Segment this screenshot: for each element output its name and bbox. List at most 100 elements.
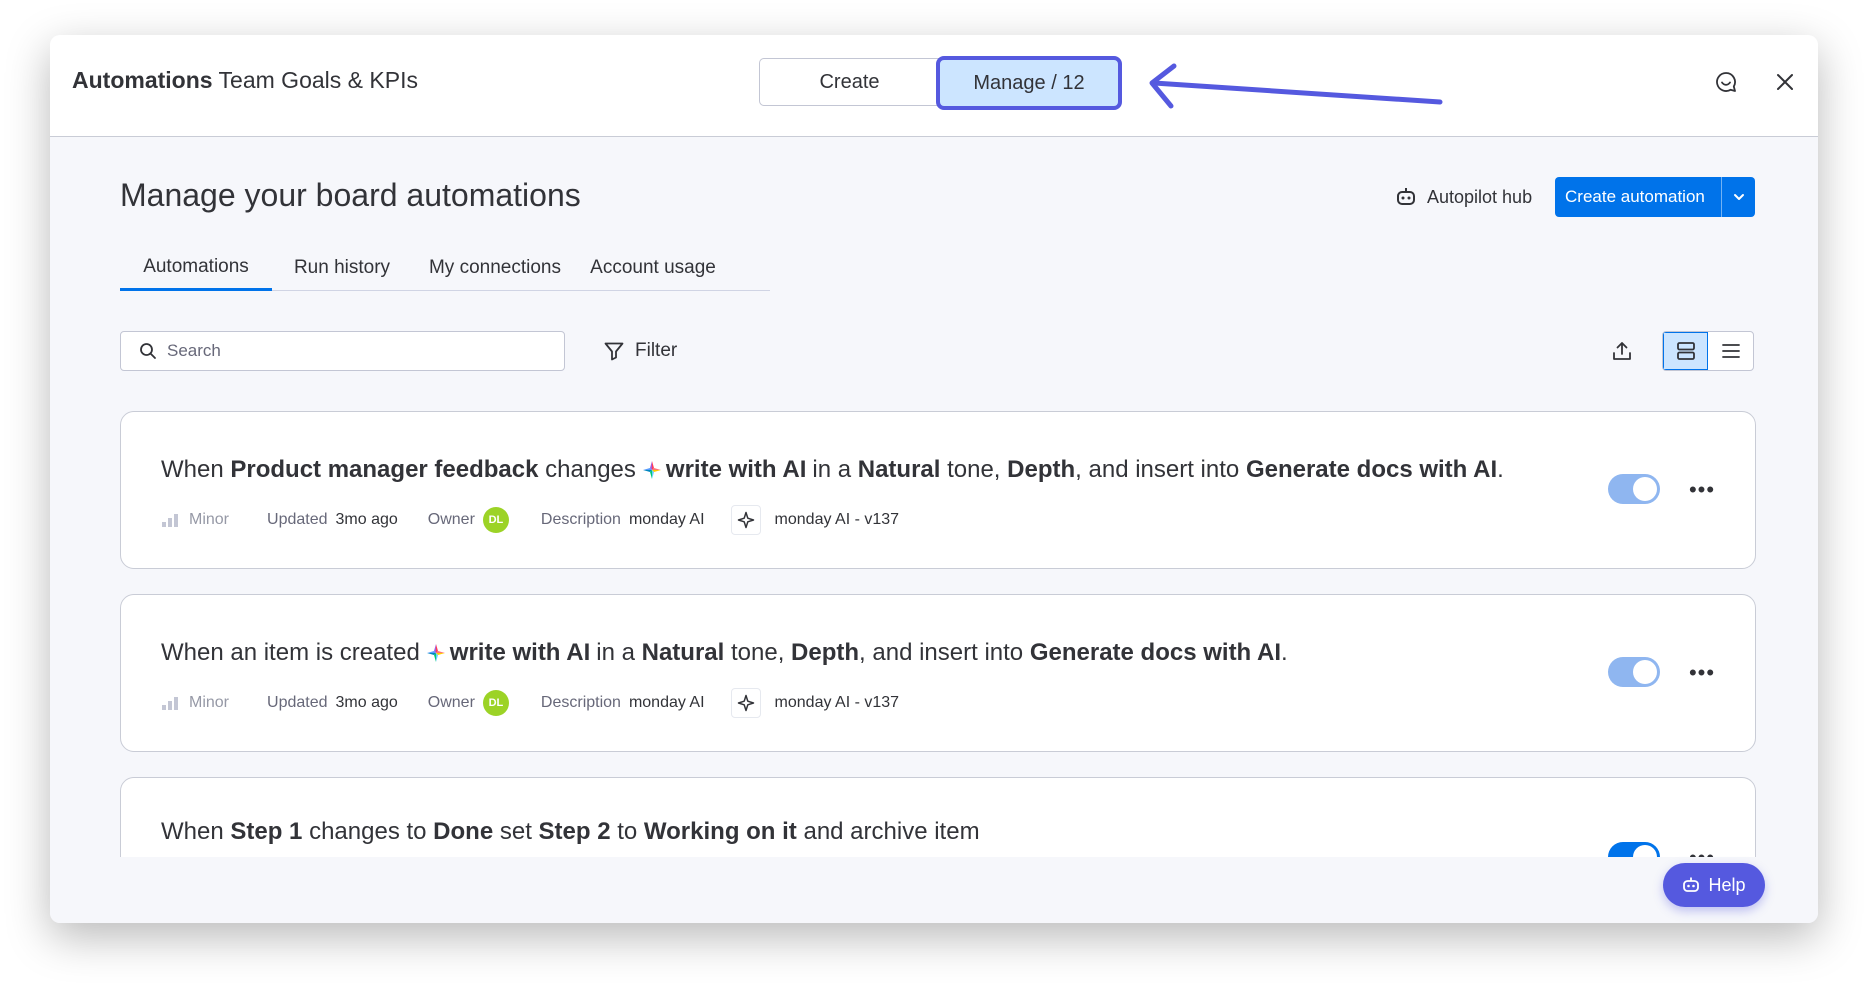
rule-text: tone, (730, 639, 785, 666)
version-label: monday AI - v137 (774, 694, 900, 711)
tab-run-history[interactable]: Run history (272, 245, 412, 291)
updated-value: 3mo ago (335, 694, 398, 711)
rule-trigger-column: Step 1 (230, 818, 303, 845)
annotation-arrow-icon (1149, 63, 1443, 109)
export-icon[interactable] (1602, 331, 1642, 371)
toggle-knob (1633, 660, 1657, 684)
description-value: monday AI (628, 511, 705, 528)
help-label: Help (1708, 874, 1746, 895)
rule-text: and archive item (803, 818, 980, 845)
view-toggle (1662, 331, 1754, 371)
rule-depth: Depth (791, 639, 860, 666)
updated-value: 3mo ago (335, 511, 398, 528)
rule-target: Generate docs with AI (1245, 456, 1498, 483)
impact-label: Minor (189, 511, 230, 528)
rule-tone: Natural (641, 639, 725, 666)
search-placeholder: Search (167, 341, 221, 360)
owner-label: Owner (427, 511, 475, 528)
create-automation-button[interactable]: Create automation (1555, 177, 1755, 217)
create-tab-button[interactable]: Create (759, 58, 939, 106)
rule-text: to (617, 818, 638, 845)
sparkle-outline-icon (730, 505, 761, 535)
tab-automations[interactable]: Automations (120, 245, 272, 291)
page-title: Manage your board automations (120, 177, 581, 213)
rule-text: , and insert into (1075, 456, 1240, 483)
autopilot-hub-link[interactable]: Autopilot hub (1395, 179, 1532, 215)
updated-label: Updated (267, 511, 328, 528)
automation-meta: Minor Updated 3mo ago Owner DL Descripti… (161, 688, 899, 718)
search-input[interactable]: Search (120, 331, 565, 371)
tab-my-connections[interactable]: My connections (412, 245, 578, 291)
tab-account-usage[interactable]: Account usage (578, 245, 728, 291)
signal-bars-icon (162, 514, 178, 527)
toggle-knob (1633, 477, 1657, 501)
help-button[interactable]: Help (1663, 863, 1765, 907)
close-icon[interactable] (1769, 66, 1801, 98)
robot-icon (1397, 188, 1415, 205)
chevron-down-icon[interactable] (1721, 177, 1755, 217)
automation-card[interactable]: When an item is created write with AI in… (120, 594, 1756, 752)
modal-title-app: Automations (72, 67, 213, 93)
modal-header: Automations Team Goals & KPIs Create Man… (50, 35, 1818, 137)
description-value: monday AI (628, 694, 705, 711)
updated-label: Updated (267, 694, 328, 711)
rule-ai-action: write with AI (642, 456, 806, 484)
filter-label: Filter (635, 340, 678, 361)
ai-sparkle-icon (642, 461, 661, 479)
rule-text: changes (545, 456, 636, 483)
automation-rule: When an item is created write with AI in… (161, 639, 1288, 667)
rule-text: set (499, 818, 532, 845)
rule-text: in a (596, 639, 635, 666)
description-label: Description (540, 694, 621, 711)
rule-action: write with AI (665, 456, 807, 483)
filter-button[interactable]: Filter (603, 331, 677, 371)
list-view-icon[interactable] (1708, 332, 1753, 370)
automation-toggle[interactable] (1608, 474, 1660, 504)
automation-rule: When Product manager feedback changes wr… (161, 456, 1504, 484)
rule-text: , and insert into (859, 639, 1024, 666)
modal-title: Automations Team Goals & KPIs (72, 67, 418, 94)
rule-text: When (161, 456, 224, 483)
ai-sparkle-icon (426, 644, 445, 662)
filter-icon (604, 342, 624, 361)
more-options-icon[interactable]: ••• (1686, 474, 1718, 506)
owner-label: Owner (427, 694, 475, 711)
automation-tabs: Automations Run history My connections A… (120, 245, 770, 291)
rule-tone: Natural (857, 456, 941, 483)
rule-text: . (1497, 456, 1504, 483)
automation-card[interactable]: When Product manager feedback changes wr… (120, 411, 1756, 569)
card-view-icon[interactable] (1663, 332, 1709, 370)
robot-icon (1683, 877, 1700, 892)
impact-label: Minor (189, 694, 230, 711)
rule-trigger-value: Done (433, 818, 494, 845)
description-label: Description (540, 511, 621, 528)
manage-tab-button[interactable]: Manage / 12 (936, 56, 1122, 110)
automations-modal: Automations Team Goals & KPIs Create Man… (50, 35, 1818, 923)
rule-target-column: Step 2 (538, 818, 611, 845)
create-automation-label: Create automation (1565, 187, 1705, 206)
rule-depth: Depth (1007, 456, 1076, 483)
automation-rule: When Step 1 changes to Done set Step 2 t… (161, 818, 980, 846)
signal-bars-icon (162, 697, 178, 710)
modal-title-board: Team Goals & KPIs (218, 67, 418, 93)
rule-text: tone, (947, 456, 1001, 483)
version-label: monday AI - v137 (774, 511, 900, 528)
avatar[interactable]: DL (482, 690, 509, 716)
sparkle-outline-icon (730, 688, 761, 718)
rule-target: Generate docs with AI (1029, 639, 1281, 666)
autopilot-hub-label: Autopilot hub (1427, 186, 1533, 207)
avatar[interactable]: DL (482, 507, 509, 533)
rule-text: in a (812, 456, 852, 483)
rule-trigger: When an item is created (161, 639, 420, 666)
rule-action: write with AI (449, 639, 591, 666)
rule-ai-action: write with AI (426, 639, 590, 667)
feedback-chat-icon[interactable] (1710, 66, 1742, 98)
more-options-icon[interactable]: ••• (1686, 657, 1718, 689)
rule-trigger-column: Product manager feedback (230, 456, 539, 483)
rule-text: changes to (309, 818, 427, 845)
rule-text: . (1281, 639, 1288, 666)
search-icon (140, 343, 156, 359)
rule-target-value: Working on it (643, 818, 797, 845)
list-scroll-clip (50, 857, 1818, 923)
automation-toggle[interactable] (1608, 657, 1660, 687)
